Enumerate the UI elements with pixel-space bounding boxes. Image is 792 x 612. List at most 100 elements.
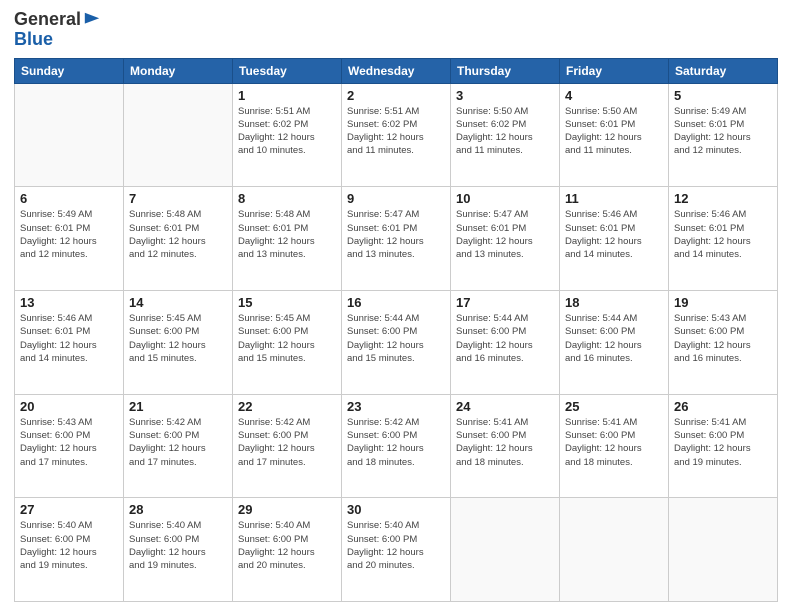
- day-number: 19: [674, 295, 772, 310]
- calendar-cell: 30 Sunrise: 5:40 AM Sunset: 6:00 PM Dayli…: [342, 498, 451, 602]
- weekday-header-thursday: Thursday: [451, 58, 560, 83]
- day-info: Sunrise: 5:51 AM Sunset: 6:02 PM Dayligh…: [347, 105, 445, 158]
- day-info: Sunrise: 5:45 AM Sunset: 6:00 PM Dayligh…: [129, 312, 227, 365]
- day-info: Sunrise: 5:47 AM Sunset: 6:01 PM Dayligh…: [456, 208, 554, 261]
- calendar-cell: 4 Sunrise: 5:50 AM Sunset: 6:01 PM Daylig…: [560, 83, 669, 187]
- logo: General Blue: [14, 10, 101, 50]
- day-number: 15: [238, 295, 336, 310]
- day-number: 8: [238, 191, 336, 206]
- calendar-cell: 15 Sunrise: 5:45 AM Sunset: 6:00 PM Dayli…: [233, 290, 342, 394]
- calendar-cell: 8 Sunrise: 5:48 AM Sunset: 6:01 PM Daylig…: [233, 187, 342, 291]
- calendar-cell: 10 Sunrise: 5:47 AM Sunset: 6:01 PM Dayli…: [451, 187, 560, 291]
- day-info: Sunrise: 5:49 AM Sunset: 6:01 PM Dayligh…: [20, 208, 118, 261]
- calendar-cell: 26 Sunrise: 5:41 AM Sunset: 6:00 PM Dayli…: [669, 394, 778, 498]
- day-number: 3: [456, 88, 554, 103]
- page: General Blue SundayMondayTuesdayWednesda…: [0, 0, 792, 612]
- week-row-4: 20Sunrise: 5:43 AM Sunset: 6:00 PM Dayli…: [15, 394, 778, 498]
- calendar-cell: 3 Sunrise: 5:50 AM Sunset: 6:02 PM Daylig…: [451, 83, 560, 187]
- weekday-header-friday: Friday: [560, 58, 669, 83]
- day-info: Sunrise: 5:46 AM Sunset: 6:01 PM Dayligh…: [565, 208, 663, 261]
- day-info: Sunrise: 5:40 AM Sunset: 6:00 PM Dayligh…: [20, 519, 118, 572]
- calendar-cell: 22 Sunrise: 5:42 AM Sunset: 6:00 PM Dayli…: [233, 394, 342, 498]
- day-number: 26: [674, 399, 772, 414]
- day-number: 30: [347, 502, 445, 517]
- weekday-header-saturday: Saturday: [669, 58, 778, 83]
- logo-blue: Blue: [14, 29, 53, 49]
- day-info: Sunrise: 5:44 AM Sunset: 6:00 PM Dayligh…: [347, 312, 445, 365]
- day-number: 23: [347, 399, 445, 414]
- day-number: 1: [238, 88, 336, 103]
- day-info: Sunrise: 5:49 AM Sunset: 6:01 PM Dayligh…: [674, 105, 772, 158]
- day-info: Sunrise: 5:47 AM Sunset: 6:01 PM Dayligh…: [347, 208, 445, 261]
- day-info: Sunrise: 5:41 AM Sunset: 6:00 PM Dayligh…: [674, 416, 772, 469]
- calendar-cell: 21 Sunrise: 5:42 AM Sunset: 6:00 PM Dayli…: [124, 394, 233, 498]
- calendar-cell: [669, 498, 778, 602]
- calendar-cell: 5 Sunrise: 5:49 AM Sunset: 6:01 PM Daylig…: [669, 83, 778, 187]
- calendar-cell: [124, 83, 233, 187]
- day-info: Sunrise: 5:42 AM Sunset: 6:00 PM Dayligh…: [238, 416, 336, 469]
- calendar-cell: 27 Sunrise: 5:40 AM Sunset: 6:00 PM Dayli…: [15, 498, 124, 602]
- calendar-cell: 6 Sunrise: 5:49 AM Sunset: 6:01 PM Daylig…: [15, 187, 124, 291]
- calendar-cell: 11 Sunrise: 5:46 AM Sunset: 6:01 PM Dayli…: [560, 187, 669, 291]
- calendar-cell: 19 Sunrise: 5:43 AM Sunset: 6:00 PM Dayli…: [669, 290, 778, 394]
- day-number: 21: [129, 399, 227, 414]
- day-number: 18: [565, 295, 663, 310]
- day-info: Sunrise: 5:40 AM Sunset: 6:00 PM Dayligh…: [347, 519, 445, 572]
- calendar-cell: 1 Sunrise: 5:51 AM Sunset: 6:02 PM Daylig…: [233, 83, 342, 187]
- day-number: 27: [20, 502, 118, 517]
- day-info: Sunrise: 5:46 AM Sunset: 6:01 PM Dayligh…: [674, 208, 772, 261]
- day-info: Sunrise: 5:43 AM Sunset: 6:00 PM Dayligh…: [20, 416, 118, 469]
- day-info: Sunrise: 5:48 AM Sunset: 6:01 PM Dayligh…: [238, 208, 336, 261]
- week-row-5: 27 Sunrise: 5:40 AM Sunset: 6:00 PM Dayli…: [15, 498, 778, 602]
- calendar-cell: 17Sunrise: 5:44 AM Sunset: 6:00 PM Dayli…: [451, 290, 560, 394]
- calendar-cell: 16Sunrise: 5:44 AM Sunset: 6:00 PM Dayli…: [342, 290, 451, 394]
- day-info: Sunrise: 5:42 AM Sunset: 6:00 PM Dayligh…: [347, 416, 445, 469]
- logo-general: General: [14, 10, 81, 30]
- calendar-cell: [451, 498, 560, 602]
- day-info: Sunrise: 5:41 AM Sunset: 6:00 PM Dayligh…: [565, 416, 663, 469]
- day-info: Sunrise: 5:40 AM Sunset: 6:00 PM Dayligh…: [129, 519, 227, 572]
- day-info: Sunrise: 5:50 AM Sunset: 6:01 PM Dayligh…: [565, 105, 663, 158]
- weekday-header-tuesday: Tuesday: [233, 58, 342, 83]
- calendar-table: SundayMondayTuesdayWednesdayThursdayFrid…: [14, 58, 778, 602]
- calendar-cell: [15, 83, 124, 187]
- day-number: 24: [456, 399, 554, 414]
- day-info: Sunrise: 5:42 AM Sunset: 6:00 PM Dayligh…: [129, 416, 227, 469]
- day-number: 13: [20, 295, 118, 310]
- calendar-cell: 20Sunrise: 5:43 AM Sunset: 6:00 PM Dayli…: [15, 394, 124, 498]
- day-info: Sunrise: 5:44 AM Sunset: 6:00 PM Dayligh…: [565, 312, 663, 365]
- weekday-header-sunday: Sunday: [15, 58, 124, 83]
- day-number: 28: [129, 502, 227, 517]
- day-number: 4: [565, 88, 663, 103]
- weekday-header-monday: Monday: [124, 58, 233, 83]
- day-number: 5: [674, 88, 772, 103]
- calendar-cell: 28 Sunrise: 5:40 AM Sunset: 6:00 PM Dayli…: [124, 498, 233, 602]
- calendar-cell: 7 Sunrise: 5:48 AM Sunset: 6:01 PM Daylig…: [124, 187, 233, 291]
- day-info: Sunrise: 5:43 AM Sunset: 6:00 PM Dayligh…: [674, 312, 772, 365]
- calendar-cell: 25Sunrise: 5:41 AM Sunset: 6:00 PM Dayli…: [560, 394, 669, 498]
- day-number: 2: [347, 88, 445, 103]
- calendar-cell: 14 Sunrise: 5:45 AM Sunset: 6:00 PM Dayli…: [124, 290, 233, 394]
- week-row-3: 13 Sunrise: 5:46 AM Sunset: 6:01 PM Dayli…: [15, 290, 778, 394]
- day-number: 29: [238, 502, 336, 517]
- day-info: Sunrise: 5:48 AM Sunset: 6:01 PM Dayligh…: [129, 208, 227, 261]
- calendar-cell: 9Sunrise: 5:47 AM Sunset: 6:01 PM Daylig…: [342, 187, 451, 291]
- day-number: 14: [129, 295, 227, 310]
- calendar-cell: 29 Sunrise: 5:40 AM Sunset: 6:00 PM Dayli…: [233, 498, 342, 602]
- week-row-1: 1 Sunrise: 5:51 AM Sunset: 6:02 PM Daylig…: [15, 83, 778, 187]
- header: General Blue: [14, 10, 778, 50]
- logo-flag-icon: [83, 11, 101, 29]
- day-info: Sunrise: 5:41 AM Sunset: 6:00 PM Dayligh…: [456, 416, 554, 469]
- calendar-cell: 13 Sunrise: 5:46 AM Sunset: 6:01 PM Dayli…: [15, 290, 124, 394]
- day-number: 11: [565, 191, 663, 206]
- day-info: Sunrise: 5:50 AM Sunset: 6:02 PM Dayligh…: [456, 105, 554, 158]
- day-info: Sunrise: 5:45 AM Sunset: 6:00 PM Dayligh…: [238, 312, 336, 365]
- day-number: 10: [456, 191, 554, 206]
- day-number: 17: [456, 295, 554, 310]
- day-info: Sunrise: 5:51 AM Sunset: 6:02 PM Dayligh…: [238, 105, 336, 158]
- day-info: Sunrise: 5:40 AM Sunset: 6:00 PM Dayligh…: [238, 519, 336, 572]
- day-number: 7: [129, 191, 227, 206]
- day-number: 6: [20, 191, 118, 206]
- day-number: 22: [238, 399, 336, 414]
- day-info: Sunrise: 5:46 AM Sunset: 6:01 PM Dayligh…: [20, 312, 118, 365]
